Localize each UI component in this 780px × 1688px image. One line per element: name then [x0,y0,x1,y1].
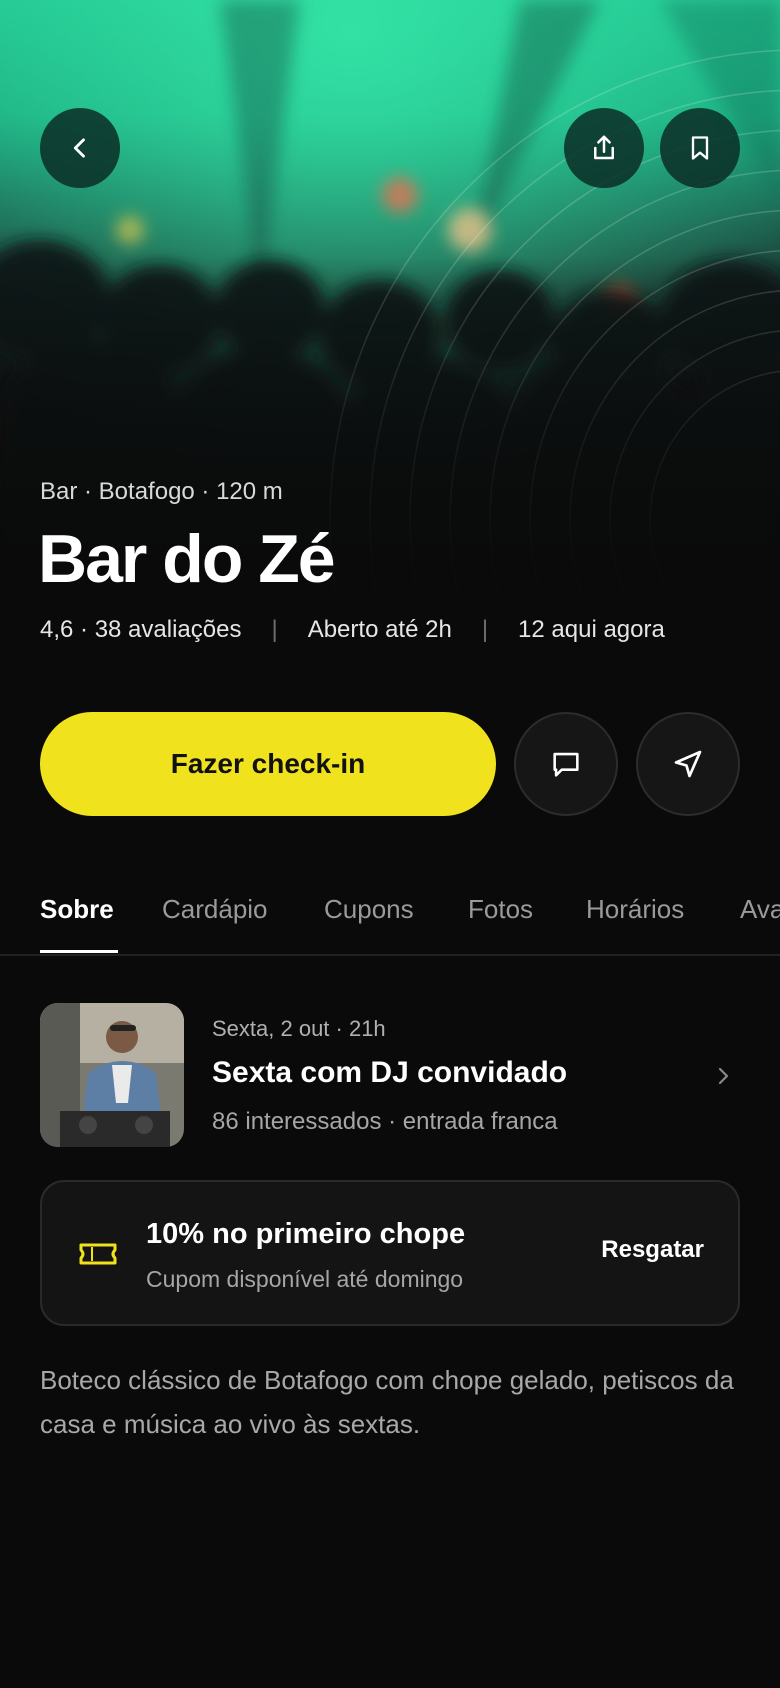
meta-separator: | [271,616,278,643]
venue-subtitle: Bar · Botafogo · 120 m [40,478,283,505]
bookmark-icon [691,136,709,160]
share-button[interactable] [564,108,644,188]
bookmark-button[interactable] [660,108,740,188]
venue-name: Bar do Zé [38,521,336,597]
venue-hours: Aberto até 2h [307,616,452,643]
event-thumbnail[interactable] [40,1003,184,1147]
share-icon [594,135,614,160]
ticket-icon [79,1243,117,1265]
coupon-subtitle: Cupom disponível até domingo [146,1266,464,1292]
chat-button[interactable] [514,712,618,816]
tab-avaliacoes[interactable]: Avaliações [740,894,780,925]
tab-horarios[interactable]: Horários [586,894,684,925]
tab-fotos[interactable]: Fotos [468,894,533,925]
tab-sobre[interactable]: Sobre [40,894,114,925]
event-details: 86 interessados · entrada franca [212,1108,558,1135]
venue-description: Boteco clássico de Botafogo com chope ge… [40,1365,734,1439]
tab-bar: Sobre Cardápio Cupons Fotos Horários Ava… [0,880,780,956]
venue-meta: 4,6 · 38 avaliações | Aberto até 2h | 12… [40,616,665,644]
directions-button[interactable] [636,712,740,816]
event-title[interactable]: Sexta com DJ convidado [212,1056,567,1090]
active-tab-indicator [40,950,118,953]
navigation-arrow-icon [674,750,702,778]
dj-photo [40,1003,184,1147]
redeem-button[interactable]: Resgatar [601,1236,704,1264]
meta-separator: | [481,616,489,643]
back-button[interactable] [40,108,120,188]
coupon-title: 10% no primeiro chope [146,1218,466,1250]
checkin-button[interactable]: Fazer check-in [40,712,496,816]
chevron-right-icon[interactable] [712,1062,736,1090]
chevron-left-icon [73,138,85,158]
venue-present-count: 12 aqui agora [518,616,665,643]
venue-rating: 4,6 · 38 avaliações [40,616,242,643]
coupon-card[interactable]: 10% no primeiro chope Cupom disponível a… [40,1180,740,1326]
event-date: Sexta, 2 out · 21h [212,1016,386,1041]
tab-cardapio[interactable]: Cardápio [162,894,268,925]
tab-cupons[interactable]: Cupons [324,894,414,925]
chat-icon [553,752,579,777]
